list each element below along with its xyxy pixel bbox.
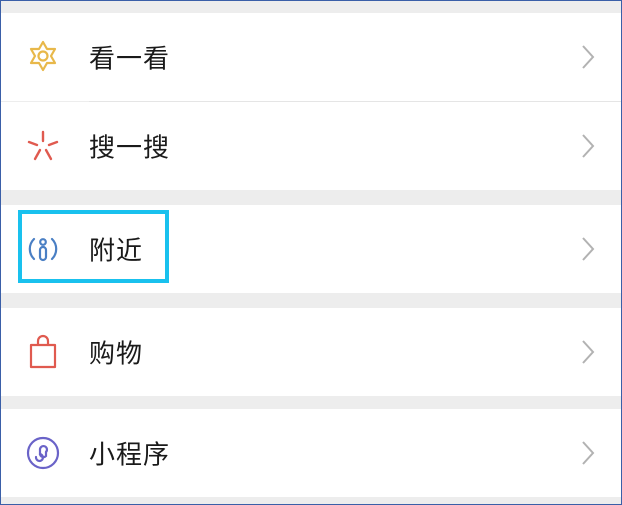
discover-menu: 看一看 搜一搜 附近 购物 小程序	[0, 0, 622, 505]
mini-program-icon	[25, 435, 61, 471]
souyisou-icon	[25, 128, 61, 164]
menu-item-shopping[interactable]: 购物	[1, 308, 621, 396]
chevron-right-icon	[581, 339, 595, 365]
chevron-right-icon	[581, 133, 595, 159]
chevron-right-icon	[581, 44, 595, 70]
menu-item-label: 看一看	[89, 44, 171, 75]
menu-item-label: 搜一搜	[89, 133, 171, 164]
menu-item-label: 附近	[89, 236, 144, 267]
menu-item-souyisou[interactable]: 搜一搜	[1, 102, 621, 190]
menu-item-mini-program[interactable]: 小程序	[1, 409, 621, 497]
menu-item-kanyikan[interactable]: 看一看	[1, 13, 621, 101]
kanyikan-icon	[25, 39, 61, 75]
nearby-icon	[25, 231, 61, 267]
shopping-bag-icon	[25, 334, 61, 370]
menu-item-label: 购物	[89, 339, 144, 370]
chevron-right-icon	[581, 236, 595, 262]
menu-item-nearby[interactable]: 附近	[1, 205, 621, 293]
menu-item-label: 小程序	[89, 440, 171, 471]
chevron-right-icon	[581, 440, 595, 466]
